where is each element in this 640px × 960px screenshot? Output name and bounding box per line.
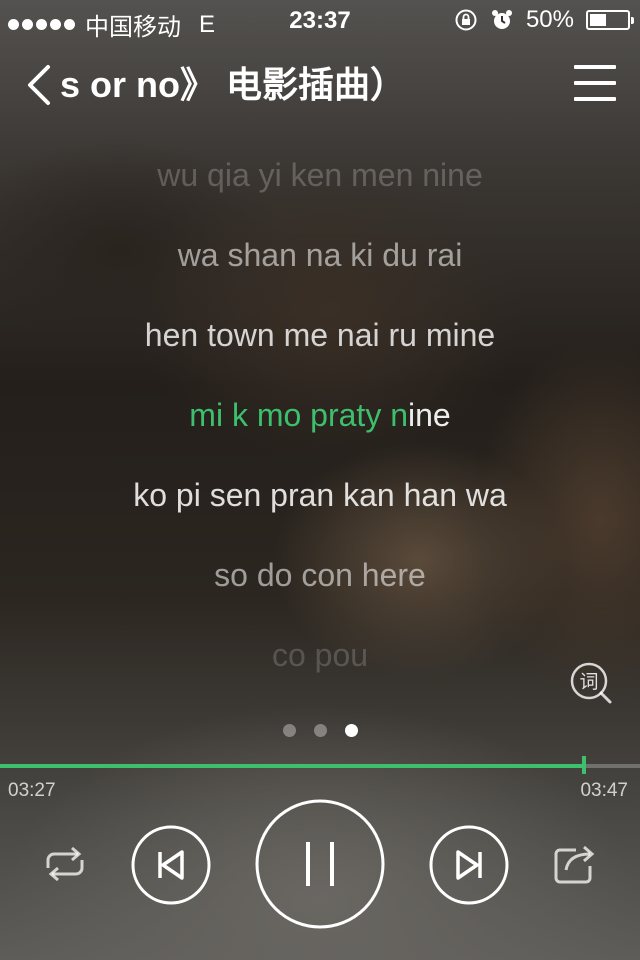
repeat-button[interactable] <box>40 842 90 886</box>
orientation-lock-icon <box>455 9 477 31</box>
previous-button[interactable] <box>130 824 212 906</box>
lyric-line: so do con here <box>214 557 426 593</box>
status-right: 50% <box>454 6 634 34</box>
progress-bar[interactable] <box>0 756 640 774</box>
pause-button[interactable] <box>254 798 386 930</box>
alarm-icon <box>491 10 512 29</box>
page-dot[interactable] <box>282 724 296 737</box>
total-time: 03:47 <box>580 780 628 801</box>
lyrics-search-button[interactable]: 词 <box>568 660 614 706</box>
lyric-line: hen town me nai ru mine <box>144 317 496 353</box>
lyric-line: wa shan na ki du rai <box>177 237 463 273</box>
lyric-sung-part: mi k mo praty n <box>189 397 408 433</box>
song-title: s or no》 电影插曲） <box>60 64 407 105</box>
lyrics-button-label: 词 <box>579 671 598 693</box>
lyric-line: wu qia yi ken men nine <box>157 157 483 193</box>
back-button[interactable] <box>22 63 58 107</box>
progress-fill <box>0 764 585 768</box>
battery-percent: 50% <box>525 6 574 33</box>
lyrics-panel[interactable]: wu qia yi ken men nine wa shan na ki du … <box>0 135 640 695</box>
lyric-line: co pou <box>271 637 369 673</box>
page-indicator[interactable] <box>0 724 640 737</box>
skip-previous-icon <box>131 825 211 905</box>
battery-icon <box>586 10 634 30</box>
next-button[interactable] <box>428 824 510 906</box>
battery-fill <box>590 14 606 26</box>
current-time: 03:27 <box>8 780 56 801</box>
skip-next-icon <box>429 825 509 905</box>
menu-button[interactable] <box>574 65 616 105</box>
progress-handle[interactable] <box>582 756 587 774</box>
repeat-icon <box>46 846 84 882</box>
status-bar: 中国移动 E 23:37 50% <box>0 0 640 41</box>
pause-icon <box>255 799 385 929</box>
page-dot[interactable] <box>313 724 327 737</box>
lyric-unsung-part: ine <box>408 397 451 433</box>
page-dot-active[interactable] <box>344 724 358 737</box>
nav-bar: s or no》 电影插曲） <box>0 55 640 115</box>
share-button[interactable] <box>550 842 600 886</box>
lyrics-search-icon: 词 <box>570 662 612 704</box>
share-icon <box>554 845 595 884</box>
chevron-left-icon <box>28 65 50 105</box>
lyric-line: ko pi sen pran kan han wa <box>133 477 507 513</box>
lyric-line-current: mi k mo praty nine <box>0 375 640 455</box>
